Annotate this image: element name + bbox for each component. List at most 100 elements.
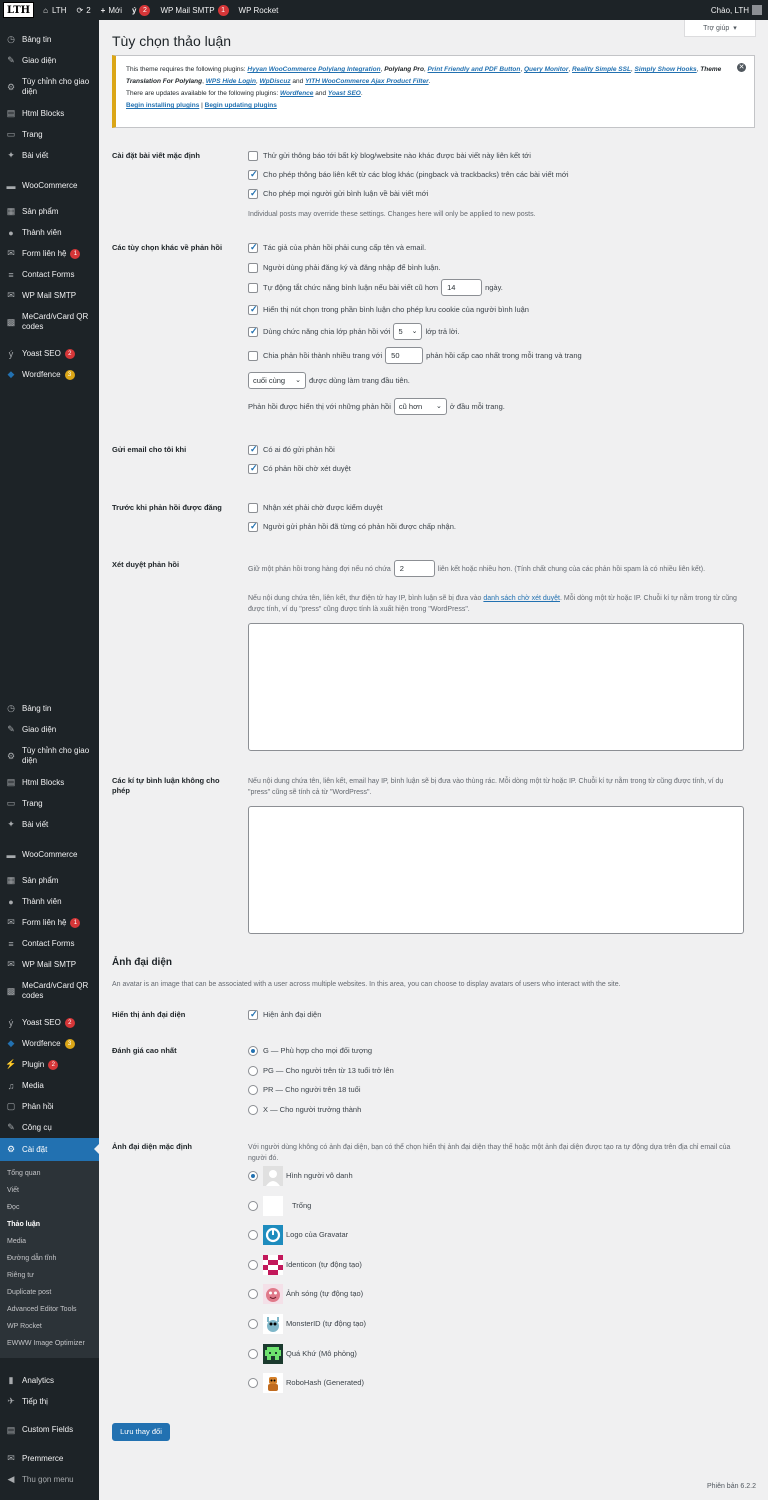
thread-comments-checkbox[interactable] <box>248 326 258 337</box>
moderation-keys-textarea[interactable] <box>248 623 744 751</box>
site-logo[interactable]: LTH <box>3 2 35 18</box>
sidebar-item-mecard-vcard-qr-codes[interactable]: ▩ MeCard/vCard QR codes <box>0 975 99 1007</box>
wp-rocket-link[interactable]: WP Rocket <box>234 0 284 20</box>
sidebar-item-bai-viet[interactable]: ✦ Bài viết <box>0 814 99 835</box>
sidebar-item-mecard-vcard-qr-codes[interactable]: ▩ MeCard/vCard QR codes <box>0 306 99 338</box>
cookies-checkbox[interactable] <box>248 304 258 315</box>
sidebar-item-analytics[interactable]: ▮ Analytics <box>0 1370 99 1391</box>
save-changes-button[interactable]: Lưu thay đổi <box>112 1423 170 1441</box>
sidebar-item-san-pham[interactable]: ▦ Sản phẩm <box>0 201 99 222</box>
sidebar-item-plugin[interactable]: ⚡ Plugin 2 <box>0 1054 99 1075</box>
default-avatar-radio[interactable] <box>248 1230 258 1241</box>
sidebar-item-contact-forms[interactable]: ≡ Contact Forms <box>0 933 99 954</box>
submenu-item-wp-rocket[interactable]: WP Rocket <box>0 1318 99 1335</box>
submenu-item-thao-luan[interactable]: Thảo luận <box>0 1216 99 1233</box>
sidebar-item-tiep-thi[interactable]: ✈ Tiếp thị <box>0 1391 99 1412</box>
account-menu[interactable]: Chào, LTH <box>711 5 768 15</box>
sidebar-item-premmerce[interactable]: ✉ Premmerce <box>0 1448 99 1469</box>
sidebar-item-html-blocks[interactable]: ▤ Html Blocks <box>0 772 99 793</box>
email-on-comment-option[interactable]: Có ai đó gửi phản hồi <box>248 444 335 455</box>
previously-approved-option[interactable]: Người gửi phản hồi đã từng có phản hồi đ… <box>248 521 456 532</box>
sidebar-item-form-lien-he[interactable]: ✉ Form liên hệ 1 <box>0 912 99 933</box>
rating-radio[interactable] <box>248 1104 258 1115</box>
help-tab-button[interactable]: Trợ giúp ▾ <box>684 20 756 37</box>
disallowed-keys-textarea[interactable] <box>248 806 744 934</box>
email-on-moderation-checkbox[interactable] <box>248 463 258 474</box>
default-avatar-option-qua-khu-mo-phong[interactable]: Quá Khứ (Mô phỏng) <box>248 1343 357 1364</box>
allow-comments-option[interactable]: Cho phép mọi người gửi bình luận về bài … <box>248 188 428 199</box>
trackback-checkbox[interactable] <box>248 169 258 180</box>
rating-option-pr[interactable]: PR — Cho người trên 18 tuổi <box>248 1085 361 1095</box>
sidebar-item-tuy-chinh-cho-giao-dien[interactable]: ⚙ Tùy chỉnh cho giao diện <box>0 740 99 772</box>
rating-radio[interactable] <box>248 1065 258 1076</box>
sidebar-item-cong-cu[interactable]: ✎ Công cụ <box>0 1117 99 1138</box>
required-plugin-wps-hide-login[interactable]: WPS Hide Login <box>206 78 256 85</box>
sidebar-item-wp-mail-smtp[interactable]: ✉ WP Mail SMTP <box>0 285 99 306</box>
sidebar-item-media[interactable]: ♫ Media <box>0 1075 99 1096</box>
default-avatar-option-robohash-generated[interactable]: RoboHash (Generated) <box>248 1373 364 1394</box>
sidebar-item-cai-dat[interactable]: ⚙ Cài đặt <box>0 1138 99 1161</box>
submenu-item-doc[interactable]: Đọc <box>0 1199 99 1216</box>
required-plugin-reality-simple-ssl[interactable]: Reality Simple SSL <box>572 66 631 73</box>
sidebar-item-bai-viet[interactable]: ✦ Bài viết <box>0 145 99 166</box>
page-comments-checkbox[interactable] <box>248 350 258 361</box>
name-email-checkbox[interactable] <box>248 242 258 253</box>
default-avatar-radio[interactable] <box>248 1171 258 1181</box>
sidebar-item-form-lien-he[interactable]: ✉ Form liên hệ 1 <box>0 243 99 264</box>
default-avatar-option-identicon-tu-dong-tao[interactable]: Identicon (tự động tạo) <box>248 1254 362 1275</box>
rating-option-x[interactable]: X — Cho người trưởng thành <box>248 1104 361 1115</box>
trackback-option[interactable]: Cho phép thông báo liên kết từ các blog … <box>248 169 569 180</box>
pingback-checkbox[interactable] <box>248 151 258 161</box>
required-plugin-hyyan-woocommerce-polylang-integration[interactable]: Hyyan WooCommerce Polylang Integration <box>247 66 380 73</box>
update-plugin-wordfence[interactable]: Wordfence <box>280 90 313 97</box>
default-avatar-option-hinh-nguoi-vo-danh[interactable]: Hình người vô danh <box>248 1166 353 1186</box>
default-avatar-radio[interactable] <box>248 1259 258 1270</box>
new-content-link[interactable]: + Mới <box>96 0 127 20</box>
rating-option-g[interactable]: G — Phù hợp cho mọi đối tượng <box>248 1046 372 1056</box>
default-comments-page-select[interactable]: cuối cùng ⌄ <box>248 372 306 389</box>
sidebar-item-woocommerce[interactable]: ▬ WooCommerce <box>0 171 99 201</box>
required-plugin-wpdiscuz[interactable]: WpDiscuz <box>260 78 291 85</box>
begin-updating-link[interactable]: Begin updating plugins <box>205 102 277 109</box>
sidebar-item-trang[interactable]: ▭ Trang <box>0 124 99 145</box>
registration-option[interactable]: Người dùng phải đăng ký và đăng nhập để … <box>248 263 441 273</box>
close-comments-checkbox[interactable] <box>248 282 258 293</box>
rating-radio[interactable] <box>248 1046 258 1056</box>
sidebar-item-yoast-seo[interactable]: ý Yoast SEO 2 <box>0 343 99 364</box>
close-days-input[interactable]: 14 <box>441 279 483 296</box>
submenu-item-tong-quan[interactable]: Tổng quan <box>0 1165 99 1182</box>
submenu-item-duplicate-post[interactable]: Duplicate post <box>0 1284 99 1301</box>
cookies-option[interactable]: Hiển thị nút chọn trong phần bình luận c… <box>248 304 529 315</box>
sidebar-item-wordfence[interactable]: ◆ Wordfence 3 <box>0 1033 99 1054</box>
default-avatar-radio[interactable] <box>248 1289 258 1300</box>
sidebar-item-trang[interactable]: ▭ Trang <box>0 793 99 814</box>
sidebar-item-bang-tin[interactable]: ◷ Bảng tin <box>0 29 99 50</box>
sidebar-item-bang-tin[interactable]: ◷ Bảng tin <box>0 698 99 719</box>
sidebar-item-san-pham[interactable]: ▦ Sản phẩm <box>0 870 99 891</box>
sidebar-item-yoast-seo[interactable]: ý Yoast SEO 2 <box>0 1012 99 1033</box>
sidebar-item-wp-mail-smtp[interactable]: ✉ WP Mail SMTP <box>0 954 99 975</box>
rating-option-pg[interactable]: PG — Cho người trên từ 13 tuổi trở lên <box>248 1065 394 1076</box>
sidebar-item-wordfence[interactable]: ◆ Wordfence 3 <box>0 364 99 385</box>
sidebar-item-phan-hoi[interactable]: ▢ Phản hồi <box>0 1096 99 1117</box>
default-avatar-option-anh-song-tu-dong-tao[interactable]: Ảnh sóng (tự động tạo) <box>248 1284 363 1305</box>
default-avatar-option-monsterid-tu-dong-tao[interactable]: MonsterID (tự động tạo) <box>248 1314 366 1334</box>
smtp-link[interactable]: WP Mail SMTP 1 <box>155 0 233 20</box>
submenu-item-ewww-image-optimizer[interactable]: EWWW Image Optimizer <box>0 1335 99 1352</box>
previously-approved-checkbox[interactable] <box>248 521 258 532</box>
default-avatar-radio[interactable] <box>248 1200 258 1211</box>
required-plugin-print-friendly-and-pdf-button[interactable]: Print Friendly and PDF Button <box>428 66 521 73</box>
sidebar-item-giao-dien[interactable]: ✎ Giao diện <box>0 50 99 71</box>
default-avatar-option-trong[interactable]: Trống <box>248 1195 311 1216</box>
pingback-option[interactable]: Thử gửi thông báo tới bất kỳ blog/websit… <box>248 151 531 161</box>
begin-installing-link[interactable]: Begin installing plugins <box>126 102 199 109</box>
comment-order-select[interactable]: cũ hơn ⌄ <box>393 398 447 415</box>
updates-link[interactable]: ⟳ 2 <box>71 0 95 20</box>
yoast-link[interactable]: ý2 <box>127 0 155 20</box>
sidebar-item-woocommerce[interactable]: ▬ WooCommerce <box>0 840 99 870</box>
moderation-links-input[interactable]: 2 <box>393 560 435 577</box>
default-avatar-radio[interactable] <box>248 1319 258 1329</box>
default-avatar-option-logo-cua-gravatar[interactable]: Logo của Gravatar <box>248 1225 348 1246</box>
sidebar-item-tuy-chinh-cho-giao-dien[interactable]: ⚙ Tùy chỉnh cho giao diện <box>0 71 99 103</box>
thread-depth-select[interactable]: 5 ⌄ <box>393 323 423 340</box>
